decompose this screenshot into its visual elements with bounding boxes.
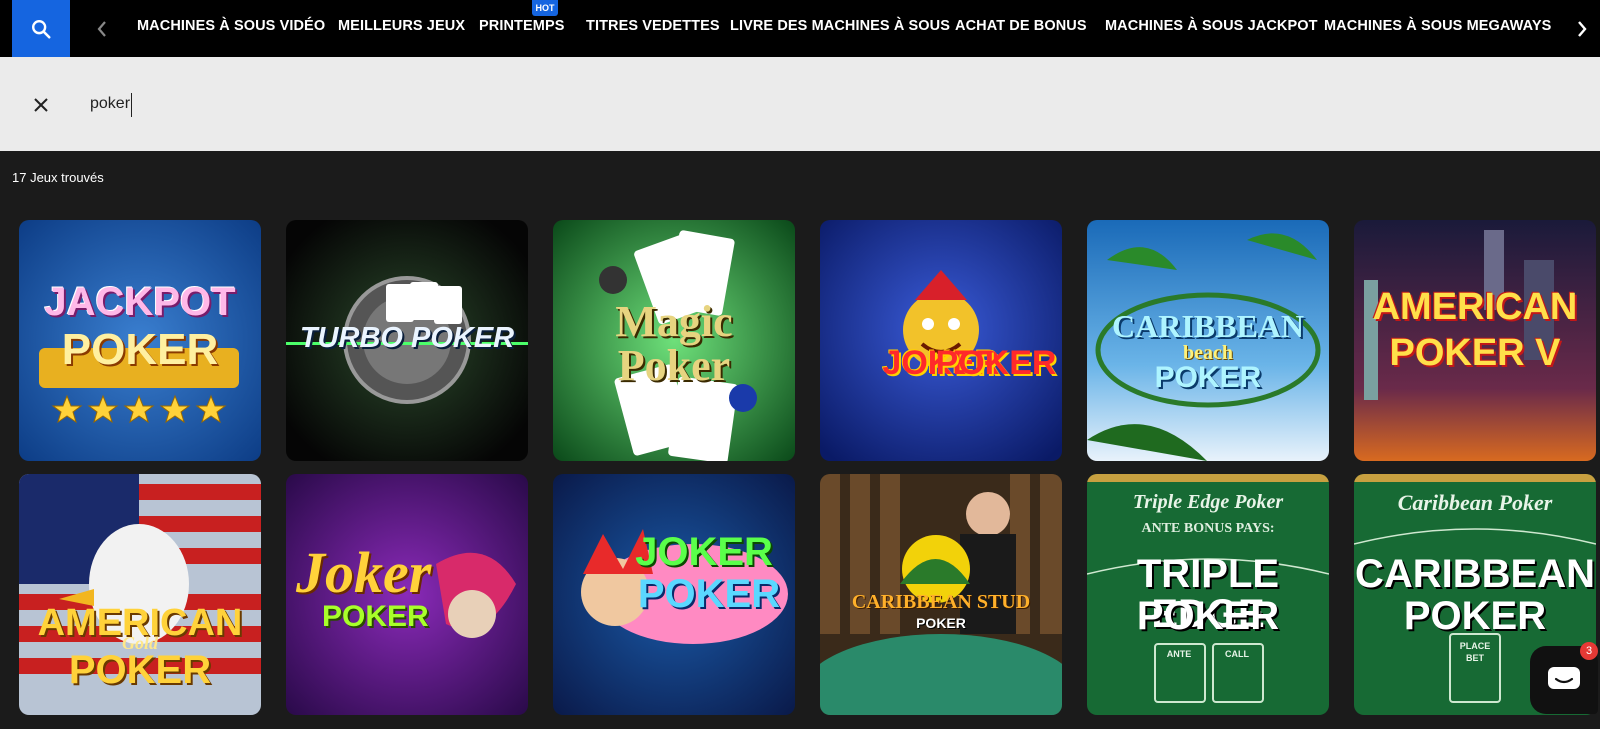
nav-item-bonus-buy[interactable]: ACHAT DE BONUS — [955, 0, 1087, 57]
game-tile-jackpot-poker[interactable]: JACKPOT POKER — [19, 220, 261, 461]
game-tile-caribbean-beach-poker[interactable]: CARIBBEAN beach POKER — [1087, 220, 1329, 461]
game-title: Magic — [615, 297, 733, 346]
search-icon — [32, 19, 51, 39]
hot-badge: HOT — [532, 0, 558, 16]
game-tile-joker-poker-blue[interactable]: JOKER POKER — [553, 474, 795, 715]
chat-icon — [1548, 667, 1580, 689]
close-search-button[interactable] — [28, 92, 54, 118]
nav-item-book-slots[interactable]: LIVRE DES MACHINES À SOUS — [730, 0, 950, 57]
game-title: POKER — [1136, 594, 1280, 638]
game-title: POKER — [68, 648, 212, 692]
game-thumbnail — [820, 220, 1062, 461]
game-tile-magic-poker[interactable]: Magic Poker — [553, 220, 795, 461]
nav-item-best-games[interactable]: MEILLEURS JEUX — [338, 0, 465, 57]
game-title: Caribbean Poker — [1397, 490, 1553, 515]
game-tile-triple-edge-poker[interactable]: Triple Edge Poker ANTE BONUS PAYS: TRIPL… — [1087, 474, 1329, 715]
table-label: CALL — [1225, 649, 1249, 659]
game-title: JACKPOT — [44, 280, 236, 324]
game-title: CARIBBEAN — [1111, 308, 1305, 344]
close-icon — [34, 98, 48, 112]
search-button[interactable] — [12, 0, 70, 57]
game-tile-american-gold-poker[interactable]: AMERICAN Gold POKER — [19, 474, 261, 715]
game-tile-joker-poker[interactable]: JOKER POKER — [820, 220, 1062, 461]
game-subtitle: ANTE BONUS PAYS: — [1141, 521, 1275, 536]
text-caret — [131, 93, 132, 117]
game-tile-turbo-poker[interactable]: TURBO POKER — [286, 220, 528, 461]
game-title: TURBO POKER — [299, 322, 515, 354]
game-title: POKER — [916, 615, 966, 631]
game-title: Poker — [617, 341, 731, 390]
game-title: POKER — [61, 325, 219, 374]
game-title: POKER — [322, 600, 429, 633]
nav-item-jackpot-slots[interactable]: MACHINES À SOUS JACKPOT — [1105, 0, 1318, 57]
game-title: CARIBBEAN STUD — [851, 591, 1031, 613]
top-navigation: MACHINES À SOUS VIDÉO MEILLEURS JEUX PRI… — [0, 0, 1600, 57]
chevron-left-icon — [97, 20, 106, 37]
game-title: POKER — [935, 344, 1057, 382]
game-title: Joker — [296, 540, 432, 605]
game-title: POKER — [1154, 361, 1262, 394]
chat-notification-badge: 3 — [1580, 642, 1598, 660]
game-title: AMERICAN — [1372, 286, 1578, 328]
game-title: CARIBBEAN — [1355, 552, 1595, 596]
game-title: JOKER — [635, 530, 773, 574]
nav-item-video-slots[interactable]: MACHINES À SOUS VIDÉO — [137, 0, 325, 57]
game-tile-american-poker-v[interactable]: AMERICAN POKER V — [1354, 220, 1596, 461]
game-title: POKER V — [1389, 332, 1561, 374]
game-title: beach — [1183, 342, 1233, 364]
nav-scroll-left-button[interactable] — [82, 0, 122, 57]
game-title: POKER — [637, 572, 781, 616]
search-input[interactable] — [90, 88, 690, 120]
chevron-right-icon — [1578, 20, 1587, 37]
nav-item-featured[interactable]: TITRES VEDETTES — [586, 0, 720, 57]
game-title: POKER — [1403, 594, 1547, 638]
nav-scroll-right-button[interactable] — [1564, 0, 1600, 57]
game-tile-joker-poker-purple[interactable]: Joker POKER — [286, 474, 528, 715]
results-count: 17 Jeux trouvés — [12, 170, 104, 185]
game-title: Triple Edge Poker — [1132, 491, 1284, 513]
game-tile-caribbean-stud-poker[interactable]: CARIBBEAN STUD POKER — [820, 474, 1062, 715]
nav-item-megaways[interactable]: MACHINES À SOUS MEGAWAYS — [1324, 0, 1551, 57]
